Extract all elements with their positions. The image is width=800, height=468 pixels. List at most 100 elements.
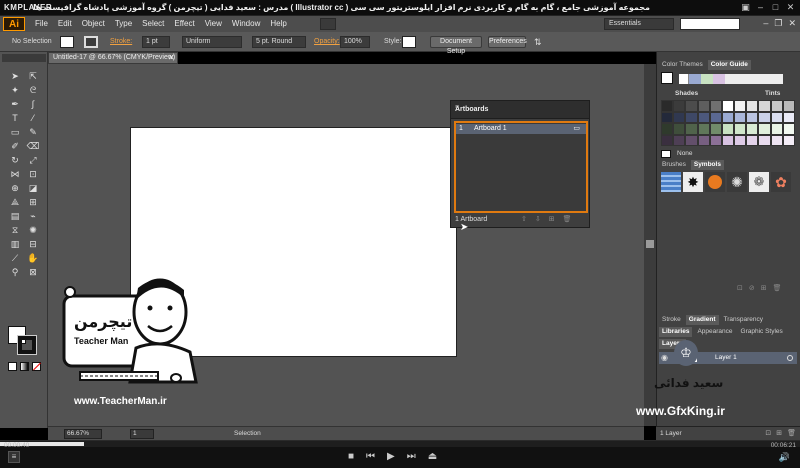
document-setup-button[interactable]: Document Setup: [430, 36, 482, 55]
close-document-icon[interactable]: ✕: [168, 53, 175, 62]
variation-swatch[interactable]: [782, 111, 795, 123]
blend-tool-icon[interactable]: ⧖: [8, 224, 22, 236]
document-tab[interactable]: Untitled-17 @ 66.67% (CMYK/Preview): [48, 52, 178, 64]
width-tool-icon[interactable]: ⋈: [8, 168, 22, 180]
variation-swatch[interactable]: [709, 100, 722, 112]
symbol-sprayer-tool-icon[interactable]: ✺: [26, 224, 40, 236]
stroke-weight-field[interactable]: 1 pt: [142, 36, 170, 48]
variation-swatch[interactable]: [673, 100, 686, 112]
variation-swatch[interactable]: [758, 123, 771, 135]
new-symbol-icon[interactable]: ⊞: [761, 284, 767, 292]
tab-graphic-styles[interactable]: Graphic Styles: [738, 327, 786, 337]
variable-width-profile[interactable]: Uniform: [182, 36, 242, 48]
new-artboard-icon[interactable]: ⊞: [549, 215, 555, 223]
variation-swatch[interactable]: [770, 111, 783, 123]
arrange-icon[interactable]: ⇅: [534, 37, 542, 48]
tab-color-themes[interactable]: Color Themes: [659, 60, 706, 70]
arrange-documents-icon[interactable]: [320, 18, 336, 30]
shape-builder-tool-icon[interactable]: ⊕: [8, 182, 22, 194]
symbol-flower-icon[interactable]: ✿: [771, 172, 791, 192]
slice-tool-icon[interactable]: ⟋: [8, 252, 22, 264]
fill-color-picker[interactable]: [60, 36, 74, 48]
menu-type[interactable]: Type: [110, 16, 137, 32]
graphic-style-picker[interactable]: [402, 36, 416, 48]
zoom-tool-icon[interactable]: ⚲: [8, 266, 22, 278]
rotate-tool-icon[interactable]: ↻: [8, 154, 22, 166]
tools-panel-grip[interactable]: [2, 54, 46, 62]
opacity-field[interactable]: 100%: [340, 36, 370, 48]
variation-swatch[interactable]: [709, 111, 722, 123]
variation-swatch[interactable]: [697, 111, 710, 123]
play-icon[interactable]: ▶: [387, 451, 395, 462]
delete-symbol-icon[interactable]: 🗑: [773, 284, 782, 292]
menu-icon[interactable]: ≡: [8, 451, 20, 463]
tab-symbols[interactable]: Symbols: [690, 160, 724, 170]
eject-icon[interactable]: ⏏: [428, 451, 437, 462]
variation-swatch[interactable]: [721, 134, 735, 146]
mesh-tool-icon[interactable]: ⊞: [26, 196, 40, 208]
variation-swatch[interactable]: [758, 134, 771, 146]
gradient-tool-icon[interactable]: ▤: [8, 210, 22, 222]
selection-tool-icon[interactable]: ➤: [8, 70, 22, 82]
tab-brushes[interactable]: Brushes: [659, 160, 689, 170]
menu-view[interactable]: View: [200, 16, 227, 32]
artboard-row[interactable]: 1 Artboard 1 ▭: [456, 124, 586, 134]
menu-window[interactable]: Window: [227, 16, 265, 32]
variation-swatch[interactable]: [709, 123, 722, 135]
lasso-tool-icon[interactable]: ᘓ: [26, 84, 40, 96]
magic-wand-tool-icon[interactable]: ✦: [8, 84, 22, 96]
menu-edit[interactable]: Edit: [53, 16, 77, 32]
stroke-color-picker[interactable]: [84, 36, 98, 48]
variation-swatch[interactable]: [734, 100, 747, 112]
direct-selection-tool-icon[interactable]: ⇱: [26, 70, 40, 82]
paintbrush-tool-icon[interactable]: ✎: [26, 126, 40, 138]
line-tool-icon[interactable]: ⁄: [26, 112, 40, 124]
artboard-options-icon[interactable]: ▭: [573, 124, 580, 134]
tab-gradient[interactable]: Gradient: [685, 315, 719, 325]
symbol-splat-icon[interactable]: ✸: [683, 172, 703, 192]
harmony-rule-strip[interactable]: [679, 74, 783, 84]
app-restore-icon[interactable]: ❐: [774, 18, 782, 29]
variation-swatch[interactable]: [673, 111, 686, 123]
vertical-scrollbar[interactable]: [644, 64, 656, 426]
place-symbol-icon[interactable]: ⊡: [737, 284, 743, 292]
free-transform-tool-icon[interactable]: ⊡: [26, 168, 40, 180]
base-color-swatch[interactable]: [661, 72, 673, 84]
minimize-icon[interactable]: –: [755, 2, 766, 13]
eyedropper-tool-icon[interactable]: ⌁: [26, 210, 40, 222]
perspective-grid-tool-icon[interactable]: ⟁: [8, 196, 22, 208]
variation-swatch[interactable]: [770, 100, 783, 112]
variation-swatch[interactable]: [673, 123, 686, 135]
zoom-field[interactable]: 66.67%: [64, 429, 102, 439]
variation-swatch[interactable]: [734, 111, 747, 123]
hand-tool-icon[interactable]: ✋: [26, 252, 40, 264]
variation-swatch[interactable]: [758, 111, 771, 123]
artboard-navigator[interactable]: 1: [130, 429, 154, 439]
pen-tool-icon[interactable]: ✒: [8, 98, 22, 110]
color-button-icon[interactable]: [8, 362, 17, 371]
symbol-frame-icon[interactable]: ❁: [749, 172, 769, 192]
visibility-eye-icon[interactable]: ◉: [661, 353, 668, 362]
variation-swatch[interactable]: [782, 100, 795, 112]
variation-swatch[interactable]: [661, 134, 674, 146]
layer-name[interactable]: Layer 1: [715, 354, 737, 361]
variation-swatch[interactable]: [709, 134, 722, 146]
variation-swatch[interactable]: [770, 123, 783, 135]
break-link-icon[interactable]: ⊘: [749, 284, 755, 292]
tab-libraries[interactable]: Libraries: [659, 327, 693, 337]
move-up-icon[interactable]: ⇧: [521, 215, 527, 223]
app-close-icon[interactable]: ✕: [788, 18, 796, 29]
tab-stroke[interactable]: Stroke: [659, 315, 684, 325]
variation-swatch[interactable]: [746, 134, 759, 146]
maximize-icon[interactable]: □: [770, 2, 781, 13]
menu-file[interactable]: File: [30, 16, 53, 32]
brush-definition[interactable]: 5 pt. Round: [252, 36, 306, 48]
artboards-panel-header[interactable]: Artboards ≡: [451, 101, 589, 119]
variation-swatch[interactable]: [721, 100, 735, 112]
preferences-button[interactable]: Preferences: [488, 36, 527, 48]
artboard-tool-icon[interactable]: ⊟: [26, 238, 40, 250]
variation-swatch[interactable]: [782, 134, 795, 146]
volume-icon[interactable]: 🔊: [779, 452, 790, 463]
move-down-icon[interactable]: ⇩: [535, 215, 541, 223]
menu-help[interactable]: Help: [265, 16, 291, 32]
